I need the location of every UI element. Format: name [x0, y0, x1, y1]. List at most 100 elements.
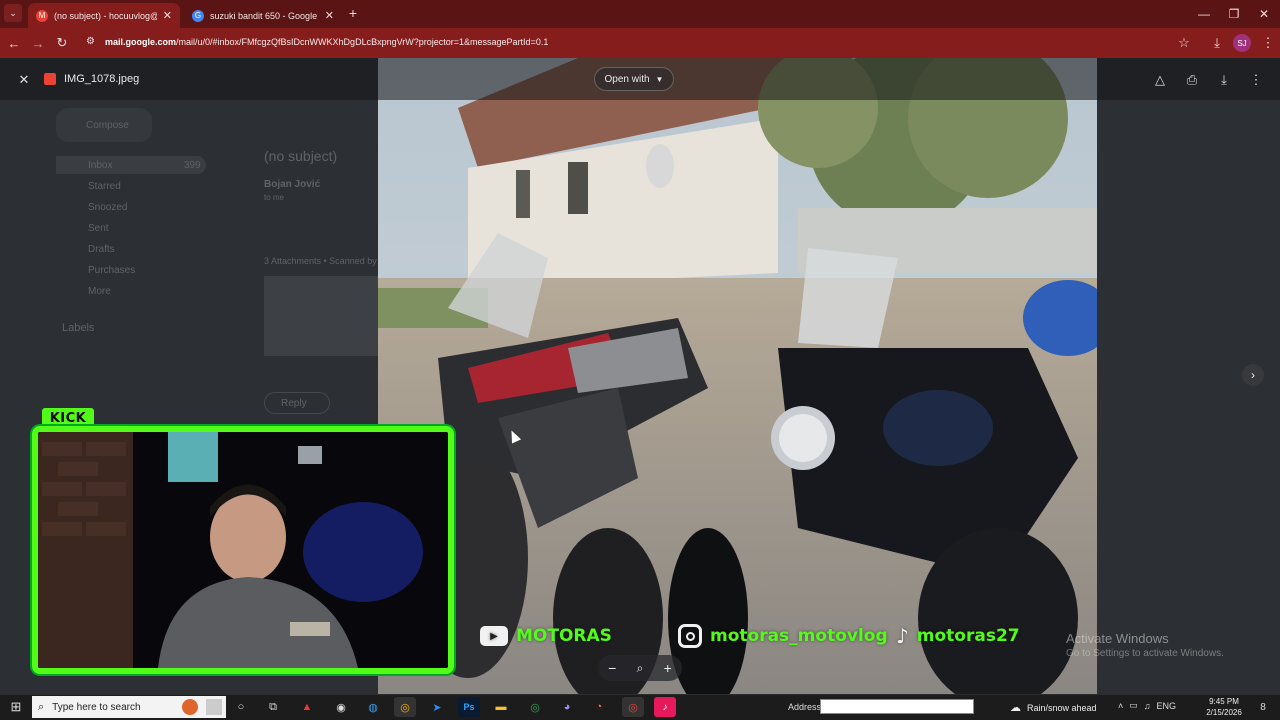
- taskbar-search[interactable]: ⌕ Type here to search: [32, 696, 226, 718]
- profile-avatar[interactable]: SJ: [1233, 34, 1251, 52]
- reply-label: Reply: [281, 398, 307, 409]
- youtube-icon: ▶: [480, 626, 508, 646]
- viewer-filename: IMG_1078.jpeg: [64, 73, 140, 85]
- sidebar-item-starred[interactable]: Starred: [88, 181, 121, 192]
- webcam-feed: [38, 432, 448, 668]
- start-button-icon[interactable]: ⊞: [5, 697, 27, 717]
- network-icon[interactable]: ▭: [1129, 700, 1138, 711]
- volume-icon[interactable]: ♫: [1144, 701, 1151, 711]
- zoom-icon[interactable]: ⌕: [637, 661, 644, 676]
- zoom-controls: − ⌕ +: [598, 655, 682, 681]
- tab-title: suzuki bandit 650 - Google Sea…: [210, 10, 319, 21]
- url-host: mail.google.com: [105, 37, 177, 47]
- language-indicator[interactable]: ENG: [1157, 701, 1177, 711]
- app-arrow-icon[interactable]: ➤: [426, 697, 448, 717]
- zoom-out-icon[interactable]: −: [608, 660, 616, 676]
- google-icon: G: [192, 9, 204, 22]
- tab-google-search[interactable]: G suzuki bandit 650 - Google Sea… ✕: [184, 3, 342, 28]
- weather-widget[interactable]: ☁ Rain/snow ahead: [1010, 701, 1097, 714]
- email-sender: Bojan Jović: [264, 179, 321, 190]
- gmail-icon: M: [36, 9, 48, 22]
- reload-icon[interactable]: ↻: [50, 28, 74, 58]
- instagram-handle: motoras_motovlog: [678, 622, 888, 650]
- next-image-button[interactable]: ›: [1242, 364, 1264, 386]
- compose-label: Compose: [86, 120, 129, 131]
- download-attachment-icon[interactable]: ⤓: [1214, 70, 1234, 90]
- sidebar-item-more[interactable]: More: [88, 286, 111, 297]
- edge-icon[interactable]: ◍: [362, 697, 384, 717]
- clock[interactable]: 9:45 PM 2/15/2026: [1200, 696, 1248, 718]
- print-icon[interactable]: ⎙: [1182, 70, 1202, 90]
- sidebar-item-purchases[interactable]: Purchases: [88, 265, 135, 276]
- tiktok-icon: ♪: [896, 624, 909, 648]
- image-file-icon: [44, 73, 56, 85]
- task-view-icon[interactable]: ⧉: [262, 697, 284, 717]
- sidebar-item-snoozed[interactable]: Snoozed: [88, 202, 127, 213]
- tab-search-button[interactable]: ⌄: [4, 4, 22, 22]
- system-tray: ˄ ▭ ♫ ENG: [1118, 700, 1176, 711]
- chrome-icon[interactable]: ◎: [394, 697, 416, 717]
- add-to-drive-icon[interactable]: △: [1150, 70, 1170, 90]
- photoshop-icon[interactable]: Ps: [458, 697, 480, 717]
- zoom-in-icon[interactable]: +: [664, 660, 672, 676]
- bookmark-star-icon[interactable]: ☆: [1172, 28, 1196, 58]
- instagram-icon: [678, 624, 702, 648]
- file-explorer-icon[interactable]: ▬: [490, 697, 512, 717]
- tab-gmail[interactable]: M (no subject) - hocuuvlog@gma… ✕: [28, 3, 180, 28]
- tiktok-handle: ♪ motoras27: [896, 622, 1020, 650]
- sidebar-item-sent[interactable]: Sent: [88, 223, 109, 234]
- open-with-label: Open with: [604, 73, 650, 85]
- url-text: mail.google.com/mail/u/0/#inbox/FMfcgzQf…: [105, 37, 548, 47]
- sidebar-item-inbox[interactable]: Inbox: [88, 160, 112, 171]
- more-options-icon[interactable]: ⋮: [1246, 70, 1266, 90]
- motorcycles-photo: [378, 58, 1097, 694]
- chrome-active-icon[interactable]: ◎: [622, 697, 644, 717]
- attachment-thumbnail[interactable]: [264, 276, 378, 356]
- email-recipient: to me: [264, 193, 285, 202]
- youtube-name: MOTORAS: [516, 626, 612, 646]
- activate-windows-title: Activate Windows: [1066, 631, 1169, 646]
- search-icon: ⌕: [38, 700, 45, 713]
- basketball-icon: [182, 699, 198, 715]
- weather-text: Rain/snow ahead: [1027, 702, 1097, 713]
- inbox-count: 399: [184, 160, 201, 171]
- app-a-icon[interactable]: ▲: [296, 697, 318, 717]
- notifications-icon[interactable]: 8: [1252, 697, 1274, 717]
- address-toolbar-input[interactable]: [820, 699, 974, 714]
- close-viewer-icon[interactable]: ✕: [14, 70, 34, 90]
- instagram-name: motoras_motovlog: [710, 626, 888, 646]
- show-hidden-icons-icon[interactable]: ˄: [1118, 701, 1123, 711]
- kick-logo: KICK: [42, 408, 94, 428]
- activate-windows-subtitle: Go to Settings to activate Windows.: [1066, 648, 1224, 659]
- tiktok-app-icon[interactable]: ♪: [654, 697, 676, 717]
- email-subject: (no subject): [264, 148, 338, 164]
- menu-kebab-icon[interactable]: ⋮: [1256, 28, 1280, 58]
- tab-title: (no subject) - hocuuvlog@gma…: [54, 10, 157, 21]
- app-settings-icon[interactable]: ◉: [330, 697, 352, 717]
- clock-date: 2/15/2026: [1206, 708, 1242, 717]
- open-with-button[interactable]: Open with ▼: [594, 67, 674, 91]
- labels-heading: Labels: [62, 322, 95, 334]
- download-icon[interactable]: ⤓: [1205, 28, 1229, 58]
- search-placeholder: Type here to search: [52, 701, 141, 713]
- close-tab-icon[interactable]: ✕: [163, 9, 172, 22]
- tiktok-name: motoras27: [916, 626, 1020, 646]
- forward-icon[interactable]: →: [26, 28, 50, 58]
- url-path: /mail/u/0/#inbox/FMfcgzQfBsIDcnWWKXhDgDL…: [176, 37, 549, 47]
- new-tab-button[interactable]: +: [344, 4, 362, 22]
- close-window-button[interactable]: ✕: [1244, 0, 1280, 28]
- reply-button[interactable]: Reply: [264, 392, 330, 414]
- close-tab-icon[interactable]: ✕: [325, 9, 334, 22]
- compose-button[interactable]: Compose: [56, 108, 152, 142]
- youtube-handle: ▶ MOTORAS: [480, 622, 612, 650]
- app-orange-icon[interactable]: ◔: [588, 697, 610, 717]
- caret-down-icon: ▼: [655, 74, 664, 84]
- discord-icon[interactable]: ◕: [556, 697, 578, 717]
- site-info-icon[interactable]: ⚙: [86, 36, 98, 48]
- chrome-profile-icon[interactable]: ◎: [524, 697, 546, 717]
- cortana-icon[interactable]: ○: [230, 697, 252, 717]
- attachment-image: [378, 58, 1097, 694]
- back-icon[interactable]: ←: [2, 28, 26, 58]
- sidebar-item-drafts[interactable]: Drafts: [88, 244, 115, 255]
- search-highlight-icon: [206, 699, 222, 715]
